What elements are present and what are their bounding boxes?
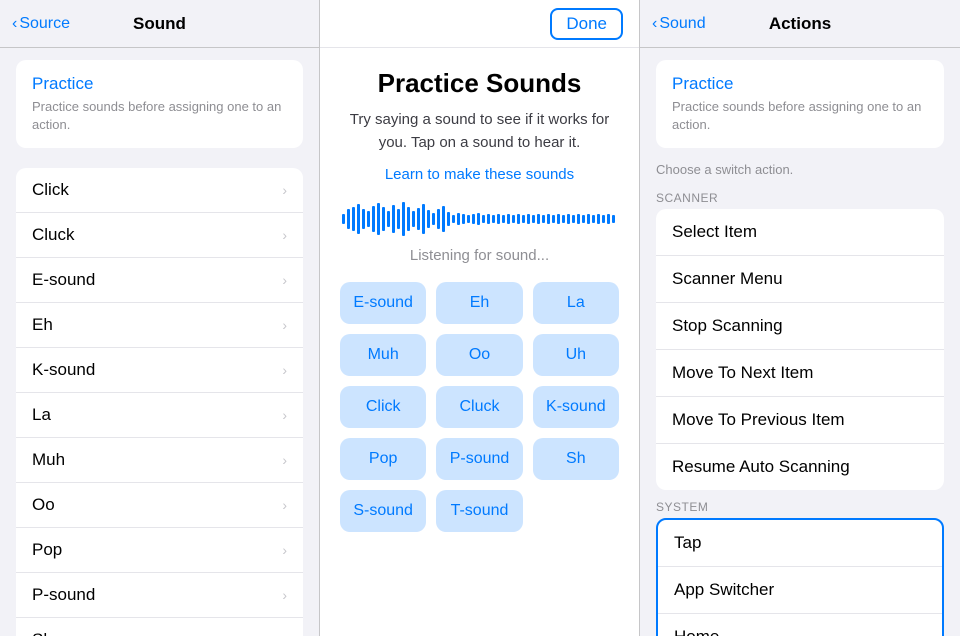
sound-button[interactable]: E-sound xyxy=(340,282,426,324)
left-content: Practice Practice sounds before assignin… xyxy=(0,48,319,636)
sound-button[interactable]: T-sound xyxy=(436,490,522,532)
sound-button[interactable]: Sh xyxy=(533,438,619,480)
right-chevron-icon: ‹ xyxy=(652,15,657,33)
sound-button[interactable]: Oo xyxy=(436,334,522,376)
chevron-icon: › xyxy=(282,272,287,288)
chevron-icon: › xyxy=(282,587,287,603)
left-practice-title: Practice xyxy=(32,74,287,94)
scanner-item[interactable]: Move To Previous Item xyxy=(656,397,944,444)
list-item[interactable]: Click › xyxy=(16,168,303,213)
system-list: TapApp SwitcherHomeNotification Center xyxy=(656,518,944,636)
chevron-icon: › xyxy=(282,362,287,378)
sound-button[interactable]: Cluck xyxy=(436,386,522,428)
scanner-item[interactable]: Scanner Menu xyxy=(656,256,944,303)
scanner-item[interactable]: Resume Auto Scanning xyxy=(656,444,944,490)
scanner-item[interactable]: Move To Next Item xyxy=(656,350,944,397)
left-practice-desc: Practice sounds before assigning one to … xyxy=(32,98,287,134)
scanner-list: Select ItemScanner MenuStop ScanningMove… xyxy=(656,209,944,490)
item-label: Pop xyxy=(32,540,62,560)
right-panel: ‹ Sound Actions Practice Practice sounds… xyxy=(640,0,960,636)
item-label: La xyxy=(32,405,51,425)
item-label: P-sound xyxy=(32,585,95,605)
left-list-section: Click›Cluck›E-sound›Eh›K-sound›La›Muh›Oo… xyxy=(16,168,303,636)
sound-button[interactable]: La xyxy=(533,282,619,324)
learn-link[interactable]: Learn to make these sounds xyxy=(385,166,574,183)
choose-action-label: Choose a switch action. xyxy=(640,152,960,181)
practice-sounds-title: Practice Sounds xyxy=(378,68,582,99)
sound-button[interactable]: Muh xyxy=(340,334,426,376)
system-item[interactable]: App Switcher xyxy=(658,567,942,614)
left-practice-card[interactable]: Practice Practice sounds before assignin… xyxy=(16,60,303,148)
sound-button[interactable]: Pop xyxy=(340,438,426,480)
item-label: Click xyxy=(32,180,69,200)
item-label: Muh xyxy=(32,450,65,470)
list-item[interactable]: La › xyxy=(16,393,303,438)
right-header: ‹ Sound Actions xyxy=(640,0,960,48)
scanner-item[interactable]: Select Item xyxy=(656,209,944,256)
listening-text: Listening for sound... xyxy=(410,247,549,264)
right-back-label: Sound xyxy=(659,15,705,33)
system-section-label: SYSTEM xyxy=(640,490,960,518)
left-back-button[interactable]: ‹ Source xyxy=(12,15,70,33)
chevron-icon: › xyxy=(282,542,287,558)
list-item[interactable]: Oo › xyxy=(16,483,303,528)
item-label: E-sound xyxy=(32,270,95,290)
list-item[interactable]: P-sound › xyxy=(16,573,303,618)
right-practice-title: Practice xyxy=(672,74,928,94)
practice-sounds-desc: Try saying a sound to see if it works fo… xyxy=(340,109,619,154)
chevron-icon: › xyxy=(282,182,287,198)
chevron-icon: › xyxy=(282,497,287,513)
left-back-label: Source xyxy=(19,15,70,33)
item-label: K-sound xyxy=(32,360,95,380)
right-content: Practice Practice sounds before assignin… xyxy=(640,48,960,636)
left-title: Sound xyxy=(133,14,186,34)
left-chevron-icon: ‹ xyxy=(12,15,17,33)
list-item[interactable]: Eh › xyxy=(16,303,303,348)
middle-panel: Done Practice Sounds Try saying a sound … xyxy=(320,0,640,636)
scanner-item[interactable]: Stop Scanning xyxy=(656,303,944,350)
system-item[interactable]: Home xyxy=(658,614,942,636)
sound-button[interactable]: P-sound xyxy=(436,438,522,480)
chevron-icon: › xyxy=(282,317,287,333)
waveform-visualization xyxy=(340,199,620,239)
middle-content: Practice Sounds Try saying a sound to se… xyxy=(320,0,639,532)
done-button[interactable]: Done xyxy=(550,8,623,40)
chevron-icon: › xyxy=(282,407,287,423)
sound-button[interactable]: Eh xyxy=(436,282,522,324)
chevron-icon: › xyxy=(282,632,287,636)
sound-button[interactable]: K-sound xyxy=(533,386,619,428)
left-panel: ‹ Source Sound Practice Practice sounds … xyxy=(0,0,320,636)
chevron-icon: › xyxy=(282,452,287,468)
item-label: Eh xyxy=(32,315,53,335)
list-item[interactable]: E-sound › xyxy=(16,258,303,303)
list-item[interactable]: Cluck › xyxy=(16,213,303,258)
item-label: Sh xyxy=(32,630,53,636)
chevron-icon: › xyxy=(282,227,287,243)
middle-top-bar: Done xyxy=(320,0,639,48)
right-practice-card[interactable]: Practice Practice sounds before assignin… xyxy=(656,60,944,148)
sound-button[interactable]: Uh xyxy=(533,334,619,376)
scanner-section-label: SCANNER xyxy=(640,181,960,209)
sounds-grid: E-soundEh La MuhOo Uh ClickCluck K-sound PopP-… xyxy=(340,282,619,532)
list-item[interactable]: K-sound › xyxy=(16,348,303,393)
list-item[interactable]: Pop › xyxy=(16,528,303,573)
right-title: Actions xyxy=(769,14,831,34)
sound-button[interactable]: Click xyxy=(340,386,426,428)
right-back-button[interactable]: ‹ Sound xyxy=(652,15,706,33)
list-item[interactable]: Sh › xyxy=(16,618,303,636)
right-practice-desc: Practice sounds before assigning one to … xyxy=(672,98,928,134)
list-item[interactable]: Muh › xyxy=(16,438,303,483)
item-label: Oo xyxy=(32,495,55,515)
system-item[interactable]: Tap xyxy=(658,520,942,567)
item-label: Cluck xyxy=(32,225,75,245)
left-header: ‹ Source Sound xyxy=(0,0,319,48)
sound-button[interactable]: S-sound xyxy=(340,490,426,532)
